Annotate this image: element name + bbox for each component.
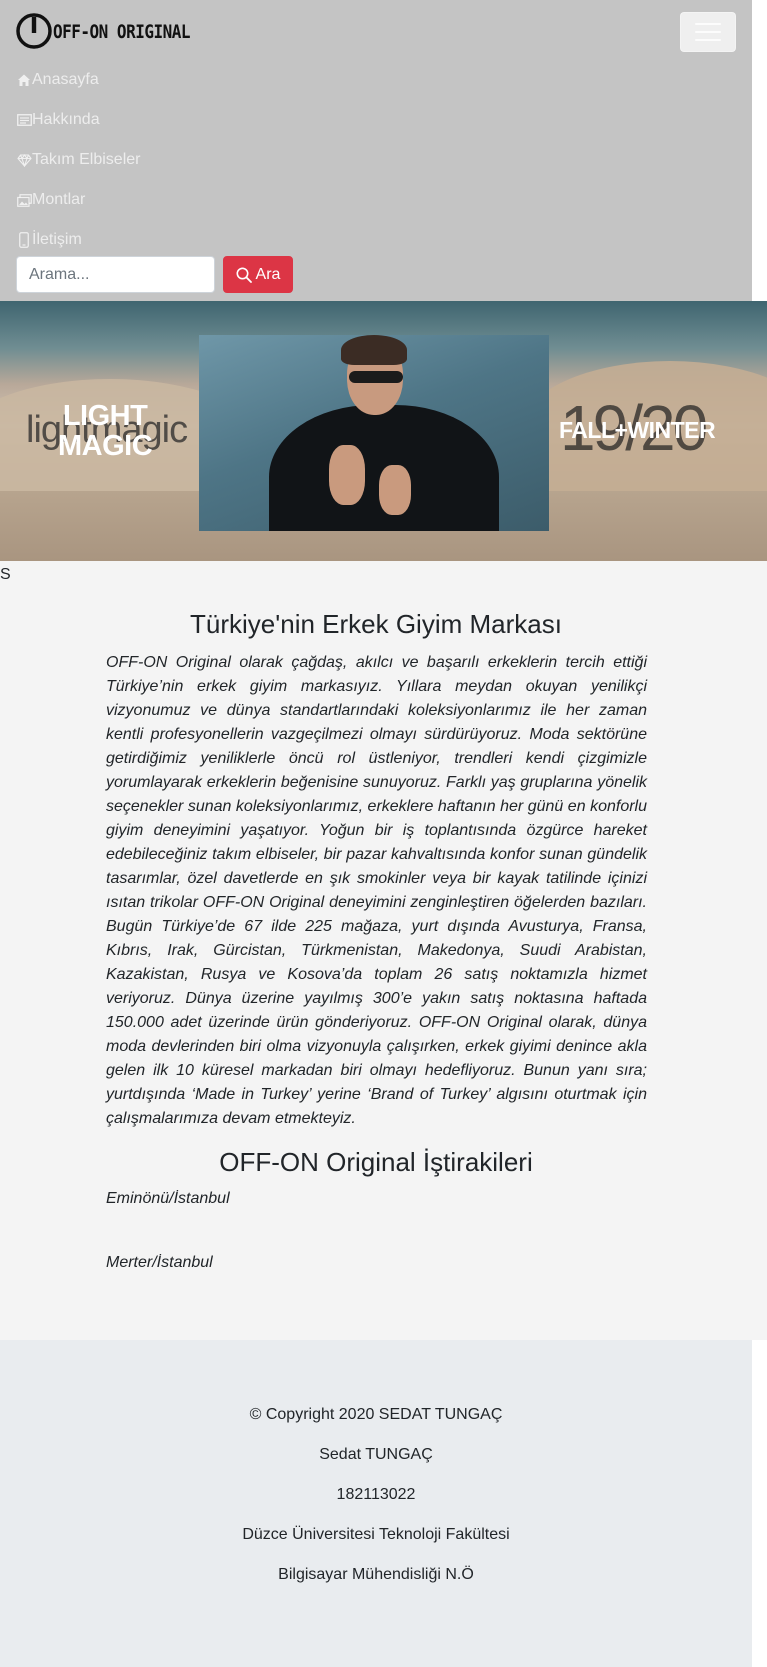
nav-item-label: Montlar bbox=[32, 191, 86, 208]
search-button-label: Ara bbox=[255, 265, 281, 283]
nav-item-anasayfa[interactable]: Anasayfa bbox=[16, 60, 140, 100]
house-icon bbox=[16, 72, 32, 88]
hero-right-text: FALL+WINTER bbox=[559, 417, 716, 443]
footer-author: Sedat TUNGAÇ bbox=[319, 1446, 433, 1463]
navbar: OFF-ON ORIGINAL Anasayfa Hakkında Takım … bbox=[0, 0, 752, 301]
footer: © Copyright 2020 SEDAT TUNGAÇ Sedat TUNG… bbox=[0, 1340, 752, 1667]
hamburger-line-icon bbox=[695, 31, 721, 33]
nav-item-montlar[interactable]: Montlar bbox=[16, 180, 140, 220]
images-icon bbox=[16, 192, 32, 208]
search-button[interactable]: Ara bbox=[223, 256, 293, 293]
nav-item-hakkinda[interactable]: Hakkında bbox=[16, 100, 140, 140]
branch-item: Eminönü/İstanbul bbox=[106, 1190, 230, 1207]
brand-logo-link[interactable]: OFF-ON ORIGINAL bbox=[16, 12, 191, 50]
power-logo-icon bbox=[16, 13, 52, 49]
hamburger-line-icon bbox=[695, 23, 721, 25]
about-title: Türkiye'nin Erkek Giyim Markası bbox=[190, 609, 562, 639]
hero-left-line1: LIGHT bbox=[62, 400, 148, 432]
brand-text: OFF-ON ORIGINAL bbox=[53, 20, 191, 42]
search-icon bbox=[236, 267, 252, 283]
search-form: Ara bbox=[16, 256, 293, 293]
stray-text: S bbox=[0, 566, 11, 583]
nav-list: Anasayfa Hakkında Takım Elbiseler Montla… bbox=[16, 60, 140, 260]
gem-icon bbox=[16, 152, 32, 168]
search-input[interactable] bbox=[16, 256, 215, 293]
hamburger-line-icon bbox=[695, 39, 721, 41]
hero-model-photo bbox=[199, 335, 549, 531]
main-content: Türkiye'nin Erkek Giyim Markası OFF-ON O… bbox=[0, 561, 767, 1340]
phone-icon bbox=[16, 232, 32, 248]
nav-item-label: Hakkında bbox=[32, 111, 100, 128]
nav-item-label: Anasayfa bbox=[32, 71, 99, 88]
nav-item-label: İletişim bbox=[32, 231, 82, 248]
footer-copyright: © Copyright 2020 SEDAT TUNGAÇ bbox=[249, 1406, 503, 1423]
nav-item-iletisim[interactable]: İletişim bbox=[16, 220, 140, 260]
branches-title: OFF-ON Original İştirakileri bbox=[219, 1147, 533, 1177]
newspaper-icon bbox=[16, 112, 32, 128]
footer-student-number: 182113022 bbox=[336, 1486, 416, 1503]
branch-item: Merter/İstanbul bbox=[106, 1254, 213, 1271]
footer-department: Bilgisayar Mühendisliği N.Ö bbox=[278, 1566, 474, 1583]
nav-item-label: Takım Elbiseler bbox=[32, 151, 141, 168]
nav-item-takim-elbiseler[interactable]: Takım Elbiseler bbox=[16, 140, 140, 180]
navbar-toggler-button[interactable] bbox=[680, 12, 736, 52]
hero-banner: lightmagic LIGHT MAGIC 19/20 FALL+WINTER bbox=[0, 301, 767, 561]
about-text: OFF-ON Original olarak çağdaş, akılcı ve… bbox=[106, 654, 647, 1127]
footer-faculty: Düzce Üniversitesi Teknoloji Fakültesi bbox=[242, 1526, 510, 1543]
hero-left-line2: MAGIC bbox=[58, 430, 153, 462]
hero-left-text: LIGHT MAGIC bbox=[58, 400, 153, 462]
